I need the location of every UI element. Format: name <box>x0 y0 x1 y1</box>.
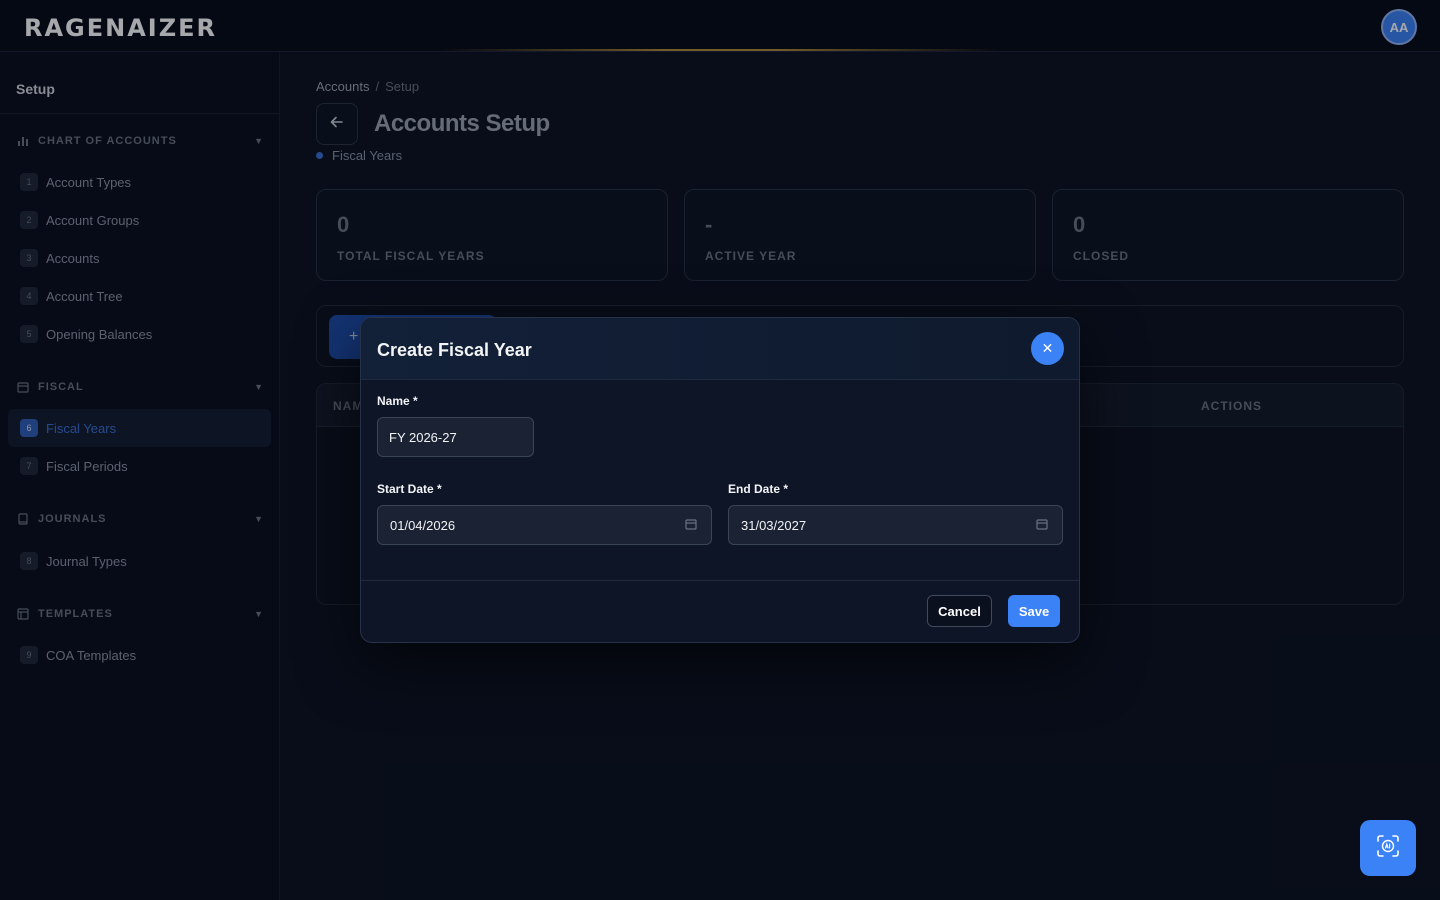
save-button[interactable]: Save <box>1008 595 1060 627</box>
calendar-icon[interactable] <box>685 518 697 533</box>
dialog-header: Create Fiscal Year ✕ <box>361 318 1079 380</box>
end-date-label: End Date * <box>728 482 789 496</box>
ai-scan-icon <box>1375 833 1401 864</box>
cancel-button[interactable]: Cancel <box>927 595 992 627</box>
name-label: Name * <box>377 394 418 408</box>
close-button[interactable]: ✕ <box>1031 332 1064 365</box>
name-input[interactable]: FY 2026-27 <box>377 417 534 457</box>
dialog-footer-divider <box>361 580 1079 581</box>
name-value: FY 2026-27 <box>389 429 457 445</box>
create-fiscal-year-dialog: Create Fiscal Year ✕ Name * FY 2026-27 S… <box>360 317 1080 643</box>
end-date-input[interactable]: 31/03/2027 <box>728 505 1063 545</box>
ai-assistant-button[interactable] <box>1360 820 1416 876</box>
close-icon: ✕ <box>1041 340 1054 356</box>
calendar-icon[interactable] <box>1036 518 1048 533</box>
start-date-value: 01/04/2026 <box>390 517 456 533</box>
dialog-title: Create Fiscal Year <box>377 340 532 360</box>
start-date-label: Start Date * <box>377 482 442 496</box>
end-date-value: 31/03/2027 <box>741 517 807 533</box>
start-date-input[interactable]: 01/04/2026 <box>377 505 712 545</box>
